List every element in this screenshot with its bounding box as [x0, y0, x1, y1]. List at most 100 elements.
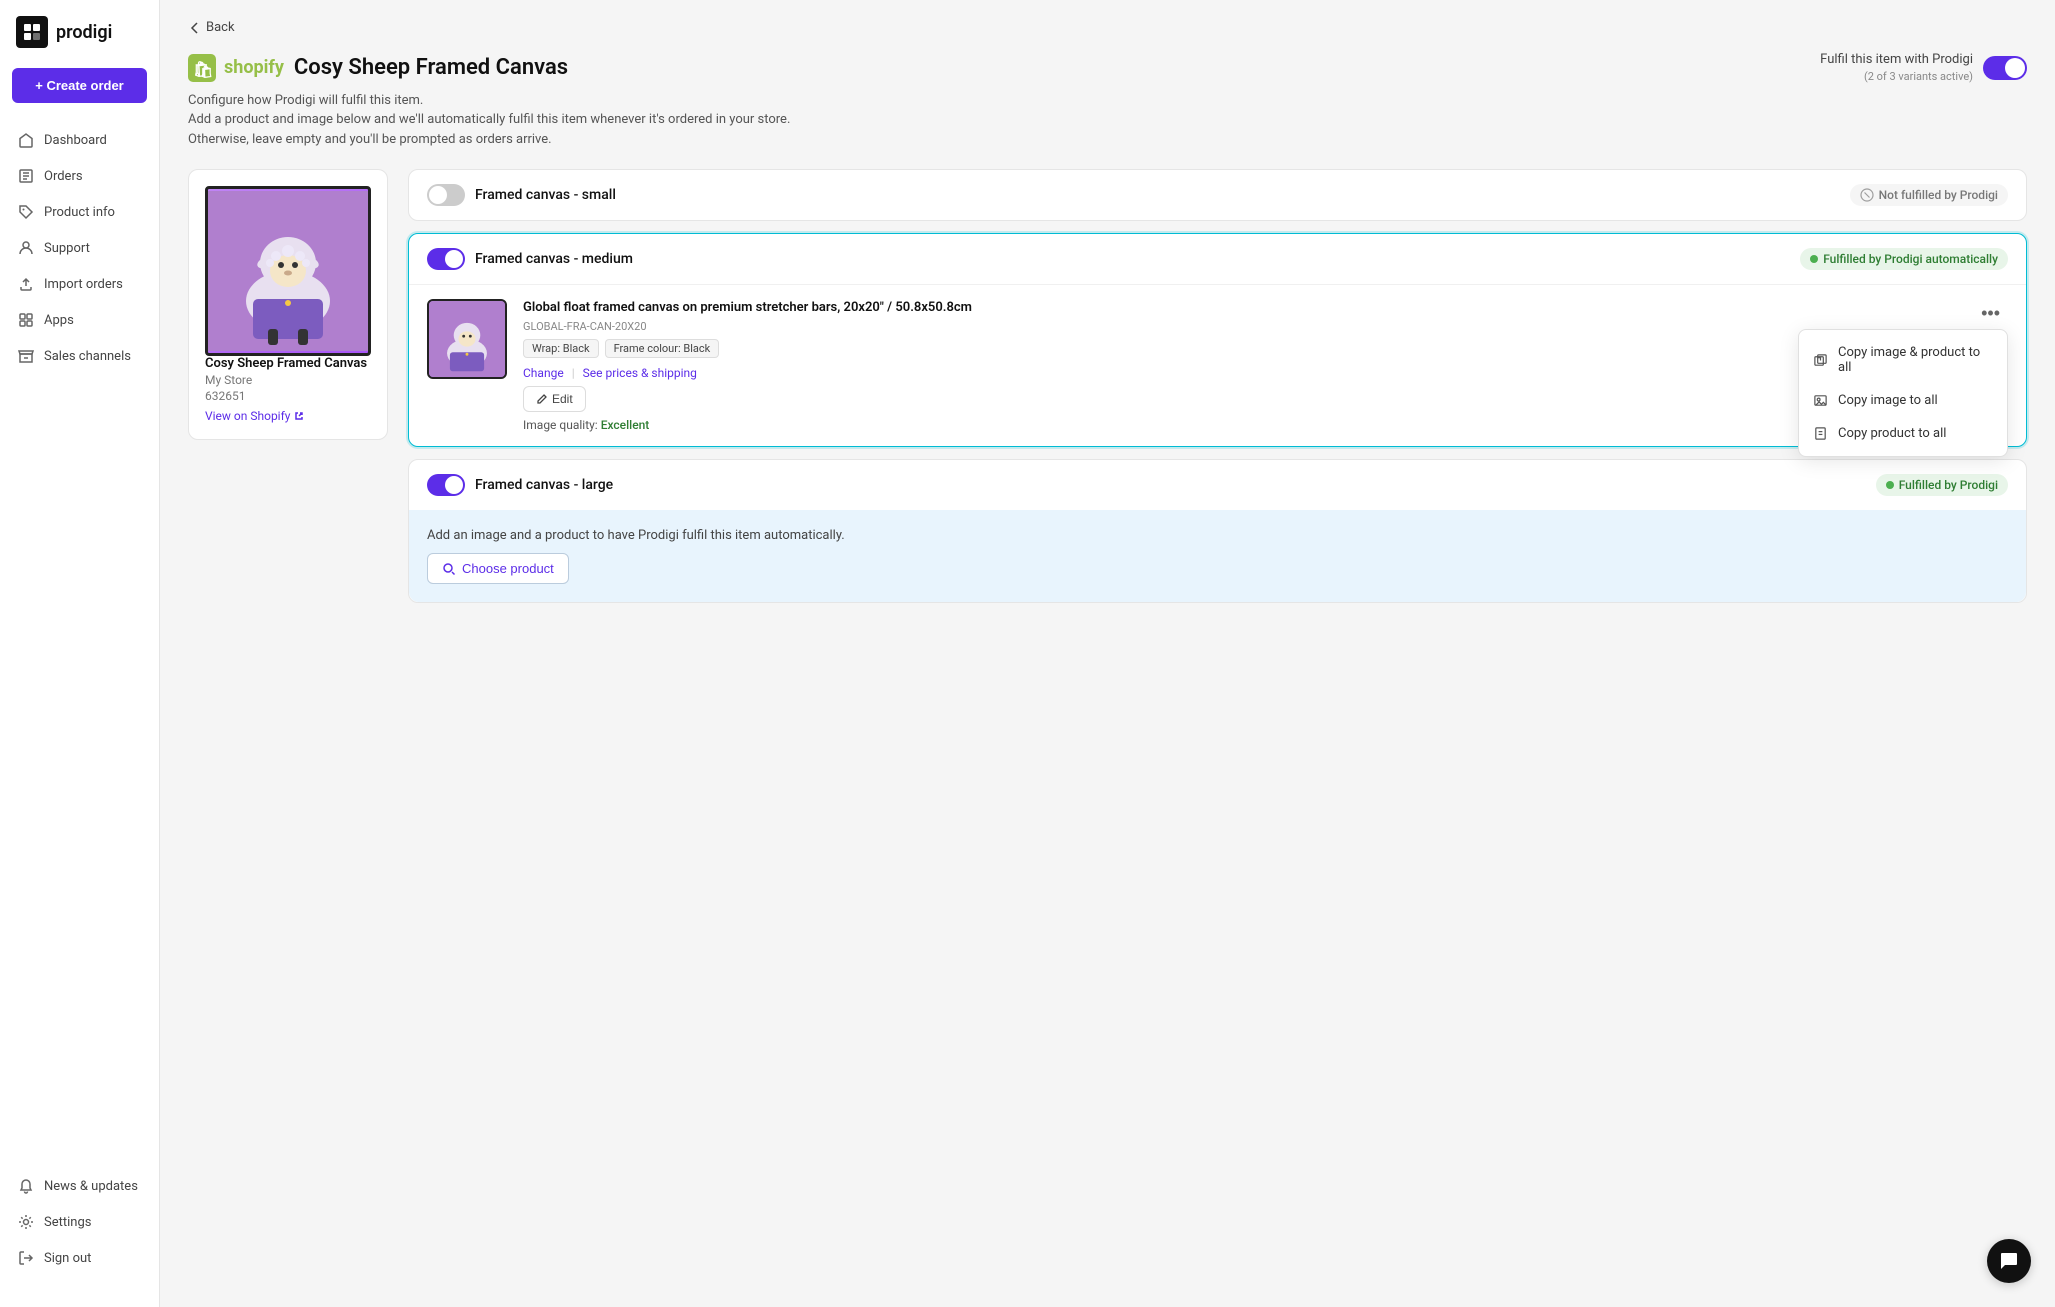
- copy-image-item[interactable]: Copy image to all: [1799, 384, 2007, 417]
- variant-header-large: Framed canvas - large Fulfilled by Prodi…: [409, 460, 2026, 510]
- back-link[interactable]: Back: [188, 20, 2027, 35]
- variant-name-medium: Framed canvas - medium: [475, 251, 633, 267]
- variant-name-small: Framed canvas - small: [475, 187, 616, 203]
- three-dot-menu-area: ••• Copy image & product to all Copy ima…: [1973, 299, 2008, 328]
- chat-bubble[interactable]: [1987, 1239, 2031, 1283]
- main-content: Back 🛍 shopify Cosy Sheep Framed Canvas …: [160, 0, 2055, 1307]
- sidebar-item-dashboard[interactable]: Dashboard: [8, 123, 151, 157]
- add-product-section: Add an image and a product to have Prodi…: [409, 510, 2026, 602]
- grid-icon: [18, 312, 34, 328]
- upload-icon: [18, 276, 34, 292]
- sidebar-bottom: News & updates Settings Sign out: [0, 1169, 159, 1291]
- variants-section: Framed canvas - small Not fulfilled by P…: [408, 169, 2027, 603]
- shopify-icon: 🛍: [188, 54, 216, 82]
- variant-thumb-svg: [429, 299, 505, 379]
- shopify-text: shopify: [224, 57, 284, 78]
- edit-button[interactable]: Edit: [523, 386, 586, 412]
- store-icon: [18, 348, 34, 364]
- shopify-badge: 🛍 shopify: [188, 54, 284, 82]
- back-arrow-icon: [188, 21, 202, 35]
- variant-status-large: Fulfilled by Prodigi: [1876, 474, 2008, 496]
- toggle-sm-knob: [429, 186, 447, 204]
- fulfilled-dot: [1810, 255, 1818, 263]
- person-icon: [18, 240, 34, 256]
- variant-tags-medium: Wrap: Black Frame colour: Black: [523, 339, 1957, 358]
- variant-toggle-small[interactable]: [427, 184, 465, 206]
- variant-header-left-small: Framed canvas - small: [427, 184, 616, 206]
- variant-card-large: Framed canvas - large Fulfilled by Prodi…: [408, 459, 2027, 603]
- sidebar-item-news-updates[interactable]: News & updates: [8, 1169, 151, 1203]
- sidebar-item-sign-out[interactable]: Sign out: [8, 1241, 151, 1275]
- variant-toggle-large[interactable]: [427, 474, 465, 496]
- svg-text:🛍: 🛍: [193, 60, 213, 79]
- page-header: 🛍 shopify Cosy Sheep Framed Canvas Fulfi…: [188, 51, 2027, 149]
- variant-product-info-medium: Global float framed canvas on premium st…: [523, 299, 1957, 432]
- create-order-button[interactable]: + Create order: [12, 68, 147, 103]
- variant-status-medium: Fulfilled by Prodigi automatically: [1800, 248, 2008, 270]
- variant-actions-medium: Change | See prices & shipping: [523, 366, 1957, 380]
- variant-name-large: Framed canvas - large: [475, 477, 613, 493]
- sidebar-item-settings[interactable]: Settings: [8, 1205, 151, 1239]
- image-quality: Image quality: Excellent: [523, 418, 1957, 432]
- variant-header-left-medium: Framed canvas - medium: [427, 248, 633, 270]
- page-subtitle: Configure how Prodigi will fulfil this i…: [188, 91, 2027, 150]
- search-icon: [442, 562, 456, 576]
- external-link-icon: [294, 411, 304, 421]
- edit-icon: [536, 393, 548, 405]
- product-card: Cosy Sheep Framed Canvas My Store 632651…: [188, 169, 388, 440]
- product-card-name: Cosy Sheep Framed Canvas: [205, 356, 371, 371]
- variant-tag-wrap: Wrap: Black: [523, 339, 599, 358]
- variant-card-medium: Framed canvas - medium Fulfilled by Prod…: [408, 233, 2027, 447]
- sidebar-logo-text: prodigi: [56, 22, 112, 43]
- toggle-sm-knob-medium: [445, 250, 463, 268]
- change-link[interactable]: Change: [523, 366, 564, 380]
- three-dot-button[interactable]: •••: [1973, 299, 2008, 328]
- variant-product-name-medium: Global float framed canvas on premium st…: [523, 299, 1957, 317]
- toggle-knob: [2005, 58, 2025, 78]
- fulfil-toggle-section: Fulfil this item with Prodigi (2 of 3 va…: [1820, 51, 2027, 85]
- view-on-shopify-link[interactable]: View on Shopify: [205, 409, 371, 423]
- orders-icon: [18, 168, 34, 184]
- home-icon: [18, 132, 34, 148]
- bell-icon: [18, 1178, 34, 1194]
- logo-icon: [16, 16, 48, 48]
- variant-sku-medium: GLOBAL-FRA-CAN-20X20: [523, 320, 1957, 333]
- product-image: [205, 186, 371, 356]
- sidebar-nav: Dashboard Orders Product info Support Im…: [0, 123, 159, 1169]
- sidebar-item-apps[interactable]: Apps: [8, 303, 151, 337]
- copy-product-item[interactable]: Copy product to all: [1799, 417, 2007, 450]
- sidebar-item-support[interactable]: Support: [8, 231, 151, 265]
- sidebar: prodigi + Create order Dashboard Orders …: [0, 0, 160, 1307]
- tag-icon: [18, 204, 34, 220]
- sidebar-item-orders[interactable]: Orders: [8, 159, 151, 193]
- variant-toggle-medium[interactable]: [427, 248, 465, 270]
- variant-header-small: Framed canvas - small Not fulfilled by P…: [409, 170, 2026, 220]
- fulfilled-dot-large: [1886, 481, 1894, 489]
- fulfil-toggle[interactable]: [1983, 56, 2027, 80]
- sidebar-item-import-orders[interactable]: Import orders: [8, 267, 151, 301]
- fulfil-label: Fulfil this item with Prodigi (2 of 3 va…: [1820, 51, 1973, 85]
- see-prices-link[interactable]: See prices & shipping: [583, 366, 697, 380]
- page-title-text: Cosy Sheep Framed Canvas: [294, 55, 568, 80]
- quality-value: Excellent: [601, 418, 650, 432]
- product-card-id: 632651: [205, 389, 371, 403]
- sidebar-item-product-info[interactable]: Product info: [8, 195, 151, 229]
- choose-product-button[interactable]: Choose product: [427, 553, 569, 584]
- variant-product-row-medium: Global float framed canvas on premium st…: [409, 284, 2026, 446]
- chat-icon: [1999, 1251, 2019, 1271]
- variant-card-small: Framed canvas - small Not fulfilled by P…: [408, 169, 2027, 221]
- not-fulfilled-icon: [1860, 188, 1874, 202]
- variant-tag-frame: Frame colour: Black: [605, 339, 720, 358]
- add-product-text: Add an image and a product to have Prodi…: [427, 528, 2008, 543]
- copy-product-icon: [1813, 426, 1828, 441]
- content-layout: Cosy Sheep Framed Canvas My Store 632651…: [188, 169, 2027, 603]
- sheep-svg: [208, 191, 368, 351]
- page-title-row: 🛍 shopify Cosy Sheep Framed Canvas Fulfi…: [188, 51, 2027, 85]
- sidebar-item-sales-channels[interactable]: Sales channels: [8, 339, 151, 373]
- copy-image-product-item[interactable]: Copy image & product to all: [1799, 336, 2007, 384]
- sidebar-logo: prodigi: [0, 16, 159, 68]
- variant-status-small: Not fulfilled by Prodigi: [1850, 184, 2008, 206]
- variant-thumb-medium: [427, 299, 507, 379]
- copy-both-icon: [1813, 353, 1828, 368]
- variant-header-left-large: Framed canvas - large: [427, 474, 613, 496]
